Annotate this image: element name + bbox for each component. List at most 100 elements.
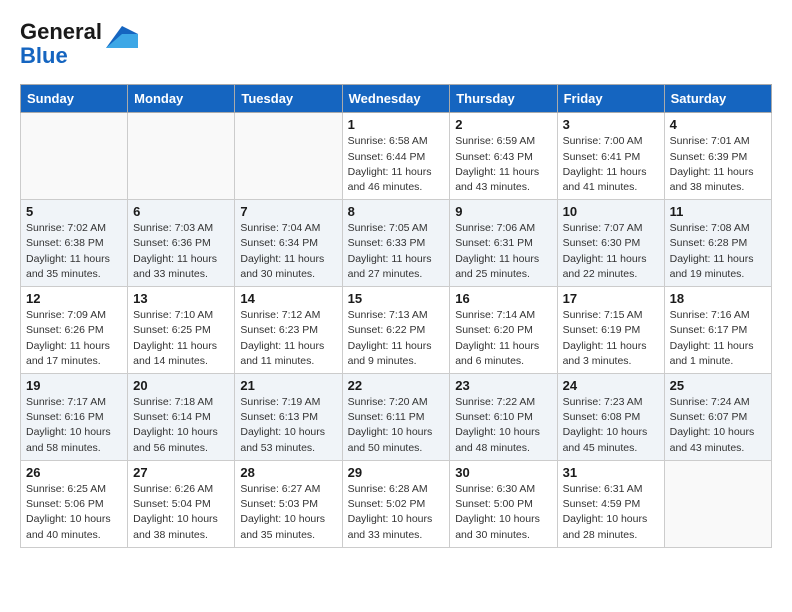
calendar-cell: 8 Sunrise: 7:05 AM Sunset: 6:33 PM Daylig… bbox=[342, 200, 450, 287]
day-number: 21 bbox=[240, 378, 336, 393]
day-number: 6 bbox=[133, 204, 229, 219]
logo-icon bbox=[106, 26, 138, 48]
day-info: Sunrise: 7:19 AM Sunset: 6:13 PM Dayligh… bbox=[240, 395, 336, 456]
day-number: 16 bbox=[455, 291, 551, 306]
day-info: Sunrise: 6:28 AM Sunset: 5:02 PM Dayligh… bbox=[348, 482, 445, 543]
day-number: 27 bbox=[133, 465, 229, 480]
day-info: Sunrise: 6:31 AM Sunset: 4:59 PM Dayligh… bbox=[563, 482, 659, 543]
day-info: Sunrise: 7:01 AM Sunset: 6:39 PM Dayligh… bbox=[670, 134, 766, 195]
calendar-cell: 29 Sunrise: 6:28 AM Sunset: 5:02 PM Dayli… bbox=[342, 460, 450, 547]
calendar-header-row: SundayMondayTuesdayWednesdayThursdayFrid… bbox=[21, 85, 772, 113]
calendar-cell: 11 Sunrise: 7:08 AM Sunset: 6:28 PM Dayli… bbox=[664, 200, 771, 287]
day-number: 9 bbox=[455, 204, 551, 219]
day-info: Sunrise: 7:13 AM Sunset: 6:22 PM Dayligh… bbox=[348, 308, 445, 369]
day-info: Sunrise: 7:12 AM Sunset: 6:23 PM Dayligh… bbox=[240, 308, 336, 369]
calendar-cell: 13 Sunrise: 7:10 AM Sunset: 6:25 PM Dayli… bbox=[128, 287, 235, 374]
day-number: 5 bbox=[26, 204, 122, 219]
day-header-tuesday: Tuesday bbox=[235, 85, 342, 113]
day-info: Sunrise: 6:58 AM Sunset: 6:44 PM Dayligh… bbox=[348, 134, 445, 195]
calendar-cell: 28Sunrise: 6:27 AM Sunset: 5:03 PM Dayli… bbox=[235, 460, 342, 547]
calendar-cell: 22 Sunrise: 7:20 AM Sunset: 6:11 PM Dayli… bbox=[342, 374, 450, 461]
calendar-cell: 18 Sunrise: 7:16 AM Sunset: 6:17 PM Dayli… bbox=[664, 287, 771, 374]
calendar-cell bbox=[128, 113, 235, 200]
day-info: Sunrise: 7:08 AM Sunset: 6:28 PM Dayligh… bbox=[670, 221, 766, 282]
day-number: 23 bbox=[455, 378, 551, 393]
day-info: Sunrise: 7:05 AM Sunset: 6:33 PM Dayligh… bbox=[348, 221, 445, 282]
calendar-cell: 10 Sunrise: 7:07 AM Sunset: 6:30 PM Dayli… bbox=[557, 200, 664, 287]
day-number: 19 bbox=[26, 378, 122, 393]
day-number: 22 bbox=[348, 378, 445, 393]
calendar-cell: 9Sunrise: 7:06 AM Sunset: 6:31 PM Daylig… bbox=[450, 200, 557, 287]
calendar-cell: 27 Sunrise: 6:26 AM Sunset: 5:04 PM Dayli… bbox=[128, 460, 235, 547]
day-info: Sunrise: 6:26 AM Sunset: 5:04 PM Dayligh… bbox=[133, 482, 229, 543]
day-header-saturday: Saturday bbox=[664, 85, 771, 113]
calendar-table: SundayMondayTuesdayWednesdayThursdayFrid… bbox=[20, 84, 772, 547]
day-header-thursday: Thursday bbox=[450, 85, 557, 113]
day-number: 12 bbox=[26, 291, 122, 306]
day-info: Sunrise: 7:09 AM Sunset: 6:26 PM Dayligh… bbox=[26, 308, 122, 369]
day-number: 26 bbox=[26, 465, 122, 480]
day-info: Sunrise: 7:00 AM Sunset: 6:41 PM Dayligh… bbox=[563, 134, 659, 195]
day-number: 31 bbox=[563, 465, 659, 480]
day-info: Sunrise: 7:18 AM Sunset: 6:14 PM Dayligh… bbox=[133, 395, 229, 456]
day-info: Sunrise: 7:04 AM Sunset: 6:34 PM Dayligh… bbox=[240, 221, 336, 282]
day-number: 15 bbox=[348, 291, 445, 306]
calendar-cell: 2 Sunrise: 6:59 AM Sunset: 6:43 PM Daylig… bbox=[450, 113, 557, 200]
calendar-cell: 19Sunrise: 7:17 AM Sunset: 6:16 PM Dayli… bbox=[21, 374, 128, 461]
calendar-week-4: 19Sunrise: 7:17 AM Sunset: 6:16 PM Dayli… bbox=[21, 374, 772, 461]
day-number: 17 bbox=[563, 291, 659, 306]
calendar-cell: 21 Sunrise: 7:19 AM Sunset: 6:13 PM Dayli… bbox=[235, 374, 342, 461]
calendar-cell: 7Sunrise: 7:04 AM Sunset: 6:34 PM Daylig… bbox=[235, 200, 342, 287]
day-info: Sunrise: 7:22 AM Sunset: 6:10 PM Dayligh… bbox=[455, 395, 551, 456]
calendar-cell: 24Sunrise: 7:23 AM Sunset: 6:08 PM Dayli… bbox=[557, 374, 664, 461]
calendar-cell: 23 Sunrise: 7:22 AM Sunset: 6:10 PM Dayli… bbox=[450, 374, 557, 461]
calendar-cell: 12 Sunrise: 7:09 AM Sunset: 6:26 PM Dayli… bbox=[21, 287, 128, 374]
calendar-cell: 5 Sunrise: 7:02 AM Sunset: 6:38 PM Daylig… bbox=[21, 200, 128, 287]
day-number: 10 bbox=[563, 204, 659, 219]
page-header: General Blue bbox=[20, 20, 772, 68]
day-number: 1 bbox=[348, 117, 445, 132]
day-number: 2 bbox=[455, 117, 551, 132]
calendar-week-2: 5 Sunrise: 7:02 AM Sunset: 6:38 PM Daylig… bbox=[21, 200, 772, 287]
day-number: 18 bbox=[670, 291, 766, 306]
day-number: 29 bbox=[348, 465, 445, 480]
day-number: 8 bbox=[348, 204, 445, 219]
logo-blue: Blue bbox=[20, 43, 68, 68]
calendar-cell: 3 Sunrise: 7:00 AM Sunset: 6:41 PM Daylig… bbox=[557, 113, 664, 200]
calendar-cell: 16 Sunrise: 7:14 AM Sunset: 6:20 PM Dayli… bbox=[450, 287, 557, 374]
day-info: Sunrise: 7:20 AM Sunset: 6:11 PM Dayligh… bbox=[348, 395, 445, 456]
day-number: 30 bbox=[455, 465, 551, 480]
day-number: 14 bbox=[240, 291, 336, 306]
day-number: 3 bbox=[563, 117, 659, 132]
calendar-cell: 31 Sunrise: 6:31 AM Sunset: 4:59 PM Dayli… bbox=[557, 460, 664, 547]
calendar-week-5: 26 Sunrise: 6:25 AM Sunset: 5:06 PM Dayli… bbox=[21, 460, 772, 547]
calendar-cell bbox=[664, 460, 771, 547]
day-number: 11 bbox=[670, 204, 766, 219]
calendar-cell: 25Sunrise: 7:24 AM Sunset: 6:07 PM Dayli… bbox=[664, 374, 771, 461]
day-info: Sunrise: 6:25 AM Sunset: 5:06 PM Dayligh… bbox=[26, 482, 122, 543]
day-info: Sunrise: 7:07 AM Sunset: 6:30 PM Dayligh… bbox=[563, 221, 659, 282]
calendar-cell: 14 Sunrise: 7:12 AM Sunset: 6:23 PM Dayli… bbox=[235, 287, 342, 374]
calendar-cell: 15 Sunrise: 7:13 AM Sunset: 6:22 PM Dayli… bbox=[342, 287, 450, 374]
day-number: 25 bbox=[670, 378, 766, 393]
day-info: Sunrise: 6:30 AM Sunset: 5:00 PM Dayligh… bbox=[455, 482, 551, 543]
calendar-cell: 1 Sunrise: 6:58 AM Sunset: 6:44 PM Daylig… bbox=[342, 113, 450, 200]
day-number: 13 bbox=[133, 291, 229, 306]
day-info: Sunrise: 7:16 AM Sunset: 6:17 PM Dayligh… bbox=[670, 308, 766, 369]
day-info: Sunrise: 7:02 AM Sunset: 6:38 PM Dayligh… bbox=[26, 221, 122, 282]
calendar-week-1: 1 Sunrise: 6:58 AM Sunset: 6:44 PM Daylig… bbox=[21, 113, 772, 200]
logo-general: General bbox=[20, 19, 102, 44]
logo: General Blue bbox=[20, 20, 138, 68]
day-info: Sunrise: 6:59 AM Sunset: 6:43 PM Dayligh… bbox=[455, 134, 551, 195]
day-info: Sunrise: 7:10 AM Sunset: 6:25 PM Dayligh… bbox=[133, 308, 229, 369]
day-info: Sunrise: 7:23 AM Sunset: 6:08 PM Dayligh… bbox=[563, 395, 659, 456]
calendar-cell bbox=[235, 113, 342, 200]
day-header-friday: Friday bbox=[557, 85, 664, 113]
calendar-cell: 6Sunrise: 7:03 AM Sunset: 6:36 PM Daylig… bbox=[128, 200, 235, 287]
day-info: Sunrise: 7:14 AM Sunset: 6:20 PM Dayligh… bbox=[455, 308, 551, 369]
day-number: 4 bbox=[670, 117, 766, 132]
calendar-cell: 20Sunrise: 7:18 AM Sunset: 6:14 PM Dayli… bbox=[128, 374, 235, 461]
day-number: 28 bbox=[240, 465, 336, 480]
calendar-cell: 30 Sunrise: 6:30 AM Sunset: 5:00 PM Dayli… bbox=[450, 460, 557, 547]
day-info: Sunrise: 7:15 AM Sunset: 6:19 PM Dayligh… bbox=[563, 308, 659, 369]
